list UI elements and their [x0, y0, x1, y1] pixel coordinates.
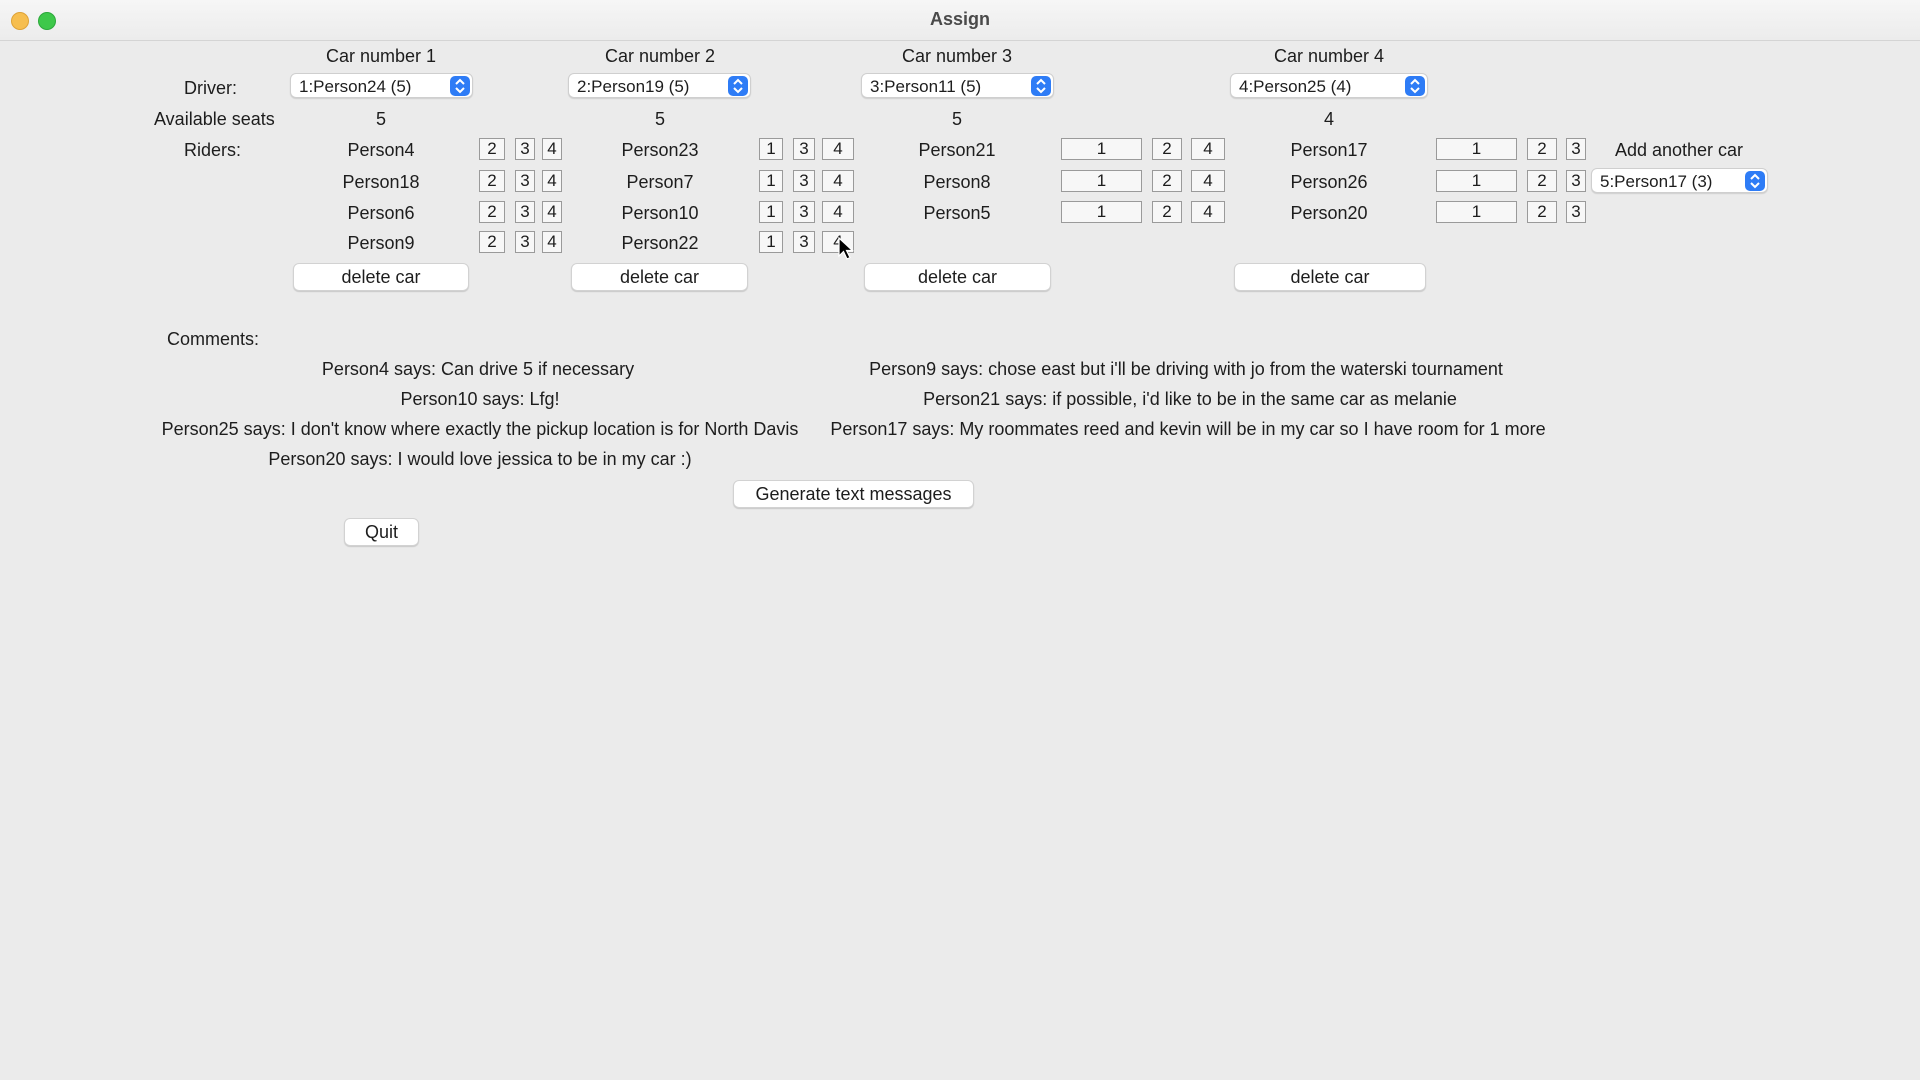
car-3-driver-value: 3:Person11 (5) — [870, 77, 982, 96]
car-1-rider-1-move-button[interactable]: 4 — [542, 138, 562, 160]
car-2-delete-button[interactable]: delete car — [571, 263, 748, 291]
car-4-rider-3-move-button[interactable]: 3 — [1566, 201, 1586, 223]
car-2-rider-4-move-button[interactable]: 1 — [759, 231, 783, 253]
car-3-rider-1-move-button[interactable]: 2 — [1152, 138, 1182, 160]
generate-text-messages-button[interactable]: Generate text messages — [733, 480, 974, 508]
car-2-driver-value: 2:Person19 (5) — [577, 77, 690, 96]
car-1-driver-value: 1:Person24 (5) — [299, 77, 412, 96]
car-2-rider-3-move-button[interactable]: 4 — [822, 201, 854, 223]
car-3-rider-2-move-button[interactable]: 4 — [1191, 170, 1225, 192]
car-2-rider-1-move-button[interactable]: 3 — [793, 138, 815, 160]
car-1-rider-4-move-button[interactable]: 2 — [479, 231, 505, 253]
comment: Person9 says: chose east but i'll be dri… — [869, 359, 1503, 379]
add-car-value: 5:Person17 (3) — [1600, 172, 1713, 191]
comment: Person21 says: if possible, i'd like to … — [923, 389, 1457, 409]
car-3-driver-select[interactable]: 3:Person11 (5) — [861, 73, 1054, 98]
car-1-seats: 5 — [375, 109, 387, 129]
car-4-rider-1-move-button[interactable]: 3 — [1566, 138, 1586, 160]
chevron-up-down-icon — [450, 76, 470, 96]
car-4-rider-2: Person26 — [1290, 172, 1368, 192]
comment: Person20 says: I would love jessica to b… — [268, 449, 692, 469]
car-4-rider-2-move-button[interactable]: 2 — [1527, 170, 1557, 192]
car-4-rider-1-move-button[interactable]: 2 — [1527, 138, 1557, 160]
car-3-rider-2-move-button[interactable]: 1 — [1061, 170, 1142, 192]
comment: Person25 says: I don't know where exactl… — [161, 419, 799, 439]
car-4-rider-2-move-button[interactable]: 3 — [1566, 170, 1586, 192]
car-3-rider-2-move-button[interactable]: 2 — [1152, 170, 1182, 192]
add-car-select[interactable]: 5:Person17 (3) — [1591, 168, 1768, 193]
car-4-rider-3-move-button[interactable]: 2 — [1527, 201, 1557, 223]
car-1-rider-3-move-button[interactable]: 2 — [479, 201, 505, 223]
car-1-rider-4-move-button[interactable]: 3 — [515, 231, 535, 253]
car-2-rider-4: Person22 — [621, 233, 699, 253]
quit-button[interactable]: Quit — [344, 518, 419, 546]
car-3-rider-1-move-button[interactable]: 4 — [1191, 138, 1225, 160]
comment: Person10 says: Lfg! — [400, 389, 560, 409]
car-3-delete-button[interactable]: delete car — [864, 263, 1051, 291]
comment: Person17 says: My roommates reed and kev… — [830, 419, 1546, 439]
car-1-rider-2-move-button[interactable]: 2 — [479, 170, 505, 192]
car-1-rider-3-move-button[interactable]: 4 — [542, 201, 562, 223]
car-1-driver-select[interactable]: 1:Person24 (5) — [290, 73, 473, 98]
title-bar: Assign — [0, 0, 1920, 41]
car-3-rider-3-move-button[interactable]: 2 — [1152, 201, 1182, 223]
car-1-rider-2-move-button[interactable]: 4 — [542, 170, 562, 192]
car-3-title: Car number 3 — [901, 46, 1013, 66]
car-1-rider-2-move-button[interactable]: 3 — [515, 170, 535, 192]
comment: Person4 says: Can drive 5 if necessary — [321, 359, 635, 379]
car-2-rider-1-move-button[interactable]: 4 — [822, 138, 854, 160]
car-1-rider-1-move-button[interactable]: 3 — [515, 138, 535, 160]
car-1-rider-2: Person18 — [342, 172, 420, 192]
car-2-rider-2: Person7 — [626, 172, 694, 192]
car-1-rider-1-move-button[interactable]: 2 — [479, 138, 505, 160]
car-1-rider-3-move-button[interactable]: 3 — [515, 201, 535, 223]
car-4-delete-button[interactable]: delete car — [1234, 263, 1426, 291]
car-4-title: Car number 4 — [1273, 46, 1385, 66]
riders-label: Riders: — [184, 140, 242, 160]
car-2-rider-3-move-button[interactable]: 1 — [759, 201, 783, 223]
car-4-rider-1-move-button[interactable]: 1 — [1436, 138, 1517, 160]
comments-label: Comments: — [167, 329, 260, 349]
car-2-seats: 5 — [654, 109, 666, 129]
car-4-rider-3: Person20 — [1290, 203, 1368, 223]
car-2-rider-3-move-button[interactable]: 3 — [793, 201, 815, 223]
car-4-driver-select[interactable]: 4:Person25 (4) — [1230, 73, 1428, 98]
car-2-rider-4-move-button[interactable]: 3 — [793, 231, 815, 253]
car-2-rider-3: Person10 — [621, 203, 699, 223]
car-3-rider-3: Person5 — [923, 203, 991, 223]
car-1-rider-1: Person4 — [347, 140, 415, 160]
window-title: Assign — [929, 9, 990, 29]
car-2-rider-1-move-button[interactable]: 1 — [759, 138, 783, 160]
car-4-rider-3-move-button[interactable]: 1 — [1436, 201, 1517, 223]
chevron-up-down-icon — [1031, 76, 1051, 96]
car-2-rider-2-move-button[interactable]: 3 — [793, 170, 815, 192]
car-2-title: Car number 2 — [604, 46, 716, 66]
car-3-rider-2: Person8 — [923, 172, 991, 192]
car-4-rider-1: Person17 — [1290, 140, 1368, 160]
car-2-rider-2-move-button[interactable]: 1 — [759, 170, 783, 192]
car-4-seats: 4 — [1323, 109, 1335, 129]
car-1-rider-4-move-button[interactable]: 4 — [542, 231, 562, 253]
chevron-up-down-icon — [1405, 76, 1425, 96]
car-3-seats: 5 — [951, 109, 963, 129]
available-seats-label: Available seats — [154, 109, 275, 129]
driver-label: Driver: — [184, 78, 237, 98]
chevron-up-down-icon — [1745, 171, 1765, 191]
car-3-rider-1: Person21 — [918, 140, 996, 160]
add-car-label: Add another car — [1614, 140, 1744, 160]
chevron-up-down-icon — [728, 76, 748, 96]
car-1-delete-button[interactable]: delete car — [293, 263, 469, 291]
mouse-cursor-icon — [838, 237, 854, 260]
car-3-rider-3-move-button[interactable]: 1 — [1061, 201, 1142, 223]
car-2-driver-select[interactable]: 2:Person19 (5) — [568, 73, 751, 98]
car-4-driver-value: 4:Person25 (4) — [1239, 77, 1352, 96]
car-3-rider-1-move-button[interactable]: 1 — [1061, 138, 1142, 160]
car-1-rider-3: Person6 — [347, 203, 415, 223]
car-1-rider-4: Person9 — [347, 233, 415, 253]
car-2-rider-1: Person23 — [621, 140, 699, 160]
car-4-rider-2-move-button[interactable]: 1 — [1436, 170, 1517, 192]
car-2-rider-2-move-button[interactable]: 4 — [822, 170, 854, 192]
car-1-title: Car number 1 — [325, 46, 437, 66]
car-3-rider-3-move-button[interactable]: 4 — [1191, 201, 1225, 223]
